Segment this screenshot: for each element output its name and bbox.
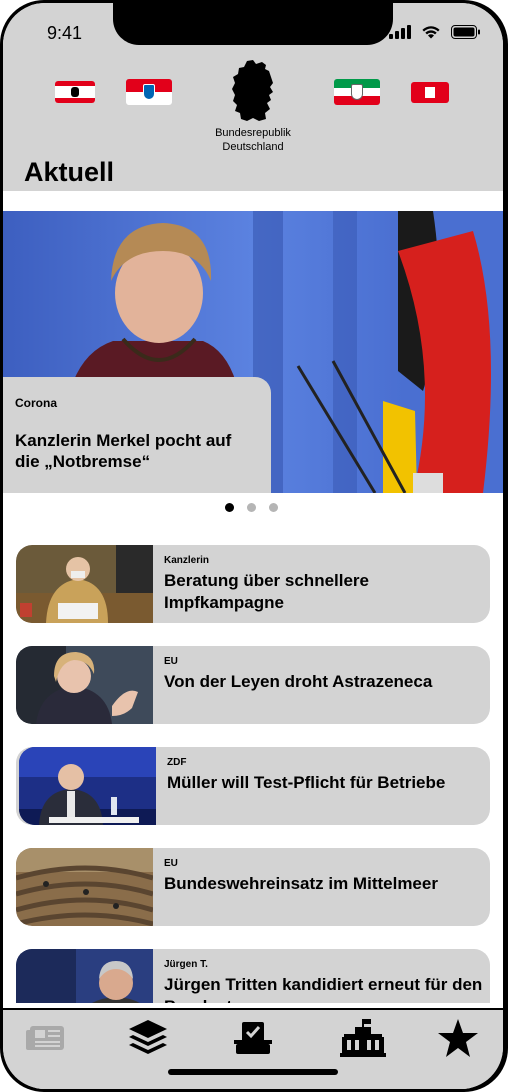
pagination-dot-3[interactable] (269, 503, 278, 512)
page-title: Aktuell (24, 157, 115, 187)
tab-favorites[interactable] (433, 1016, 483, 1060)
news-card[interactable]: EU Von der Leyen droht Astrazeneca (16, 646, 490, 724)
cellular-signal-icon (389, 25, 411, 39)
wifi-icon (422, 26, 440, 39)
hessen-flag-icon[interactable] (126, 79, 172, 105)
notch (113, 3, 393, 45)
country-name-line1: Bundesrepublik (215, 127, 291, 139)
news-card[interactable]: Kanzlerin Beratung über schnellere Impfk… (16, 545, 490, 623)
news-thumbnail (16, 646, 153, 724)
hero-category: Corona (15, 396, 57, 410)
news-card[interactable]: Jürgen T. Jürgen Tritten kandidiert erne… (16, 949, 490, 1003)
news-title: Jürgen Tritten kandidiert erneut für den… (164, 975, 483, 1003)
country-name: Bundesrepublik Deutschland (183, 126, 323, 154)
battery-icon (451, 25, 480, 39)
news-category: Kanzlerin (164, 555, 210, 566)
pagination-dot-2[interactable] (247, 503, 256, 512)
news-category: EU (164, 656, 178, 667)
news-title: Beratung über schnellere Impfkampagne (164, 571, 370, 612)
news-title: Müller will Test-Pflicht für Betriebe (167, 773, 446, 792)
news-category: ZDF (167, 757, 187, 768)
home-indicator (168, 1069, 338, 1075)
hero-title[interactable]: Kanzlerin Merkel pocht auf die „Notbrems… (15, 430, 255, 472)
berlin-flag-icon[interactable] (55, 81, 95, 103)
header: 9:41 Bundesrepublik Deutschland Aktuell (3, 3, 503, 191)
nrw-flag-icon[interactable] (334, 79, 380, 105)
hamburg-flag-icon[interactable] (411, 82, 449, 103)
germany-map-icon[interactable] (229, 59, 279, 123)
screen: 9:41 Bundesrepublik Deutschland Aktuell … (3, 3, 503, 1089)
news-category: Jürgen T. (164, 959, 208, 970)
newspaper-icon (26, 1026, 64, 1050)
carousel-pagination (225, 503, 278, 512)
tab-topics[interactable] (123, 1016, 173, 1060)
pagination-dot-1[interactable] (225, 503, 234, 512)
star-icon (438, 1019, 478, 1057)
news-thumbnail (16, 949, 153, 1003)
status-icons (389, 25, 481, 39)
ballot-box-icon (234, 1022, 272, 1054)
country-name-line2: Deutschland (222, 141, 284, 153)
news-category: EU (164, 858, 178, 869)
tab-elections[interactable] (228, 1016, 278, 1060)
tab-parliament[interactable] (338, 1016, 388, 1060)
news-title: Von der Leyen droht Astrazeneca (164, 672, 433, 691)
news-thumbnail (16, 848, 153, 926)
hero-carousel[interactable]: Corona Kanzlerin Merkel pocht auf die „N… (3, 211, 503, 493)
parliament-building-icon (340, 1019, 386, 1057)
phone-frame: 9:41 Bundesrepublik Deutschland Aktuell … (0, 0, 508, 1092)
news-card[interactable]: EU Bundeswehreinsatz im Mittelmeer (16, 848, 490, 926)
tab-news[interactable] (21, 1016, 71, 1060)
status-time: 9:41 (47, 23, 83, 43)
news-title: Bundeswehreinsatz im Mittelmeer (164, 874, 438, 893)
news-card[interactable]: ZDF Müller will Test-Pflicht für Betrieb… (16, 747, 490, 825)
news-thumbnail (19, 747, 156, 825)
tab-bar (3, 1008, 503, 1089)
news-list[interactable]: Kanzlerin Beratung über schnellere Impfk… (3, 543, 503, 1003)
layers-icon (129, 1020, 167, 1054)
news-thumbnail (16, 545, 153, 623)
